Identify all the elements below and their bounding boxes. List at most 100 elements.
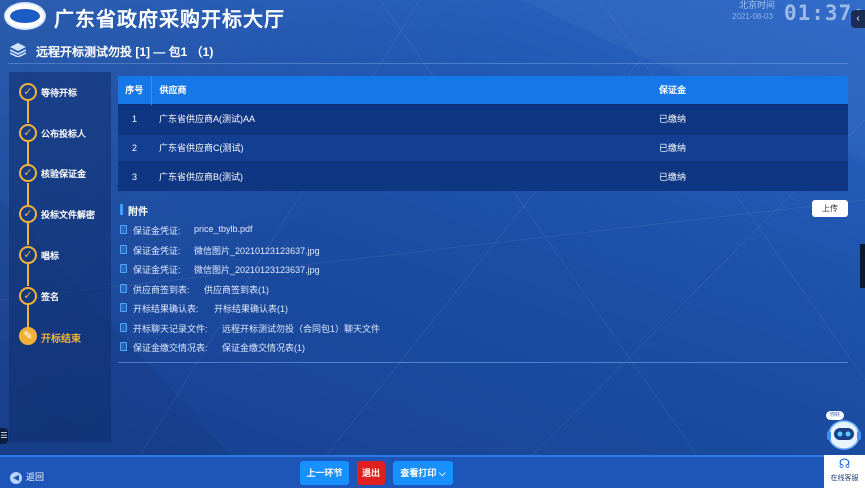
service-label: 在线客服 [830, 475, 859, 482]
robot-assistant-icon[interactable] [826, 413, 862, 453]
collapse-button[interactable]: ‹ [851, 10, 865, 28]
col-deposit: 保证金 [659, 85, 687, 96]
step-label: 核验保证金 [41, 169, 87, 179]
file-icon [120, 264, 127, 273]
attachment-label: 开标结果确认表: [133, 304, 199, 314]
table-row: 2 广东省供应商C(测试) 已缴纳 [118, 133, 848, 162]
menu-toggle-icon[interactable]: ☰ [0, 428, 8, 444]
step-connector [27, 101, 29, 123]
list-item: 供应商签到表: 供应商签到表(1) [118, 281, 848, 301]
cell-no: 1 [131, 113, 137, 124]
cell-supplier: 广东省供应商B(测试) [159, 172, 243, 183]
cell-deposit: 已缴纳 [659, 143, 687, 153]
cell-no: 3 [131, 171, 137, 182]
step-finished: ✎ 开标结束 [19, 327, 111, 347]
step-connector [27, 264, 29, 286]
attachment-link[interactable]: price_tbylb.pdf [194, 224, 253, 234]
attachment-label: 保证金凭证: [133, 265, 181, 275]
step-label: 公布投标人 [41, 129, 87, 139]
list-item: 保证金缴交情况表: 保证金缴交情况表(1) [118, 339, 848, 359]
upload-button[interactable]: 上传 [812, 200, 848, 217]
step-connector [27, 142, 29, 164]
step-label: 签名 [41, 292, 60, 302]
attachment-label: 供应商签到表: [133, 284, 190, 295]
step-connector [27, 305, 29, 327]
online-service-button[interactable]: ☊ 在线客服 [824, 455, 865, 488]
attachment-link[interactable]: 微信图片_20210123123637.jpg [194, 244, 320, 257]
check-icon: ✓ [19, 287, 37, 305]
step-connector [27, 183, 29, 205]
table-row: 1 广东省供应商A(测试)AA 已缴纳 [118, 104, 848, 133]
step-label: 开标结束 [41, 334, 81, 345]
attachments-heading: 附件 [128, 207, 148, 218]
back-label: 返回 [26, 472, 45, 482]
cell-no: 2 [131, 142, 137, 153]
cell-supplier: 广东省供应商A(测试)AA [159, 114, 256, 124]
col-supplier: 供应商 [159, 85, 187, 96]
check-icon: ✓ [19, 164, 37, 182]
project-bar: 远程开标测试勿投 [1] — 包1 （1) [8, 40, 848, 64]
header: 广东省政府采购开标大厅 北京时间 2021-08-03 01:37:52 ‹ [0, 0, 865, 32]
step-waiting: ✓ 等待开标 [19, 83, 111, 103]
file-icon [120, 244, 127, 254]
file-icon [120, 225, 127, 234]
exit-button[interactable]: 退出 [357, 461, 385, 485]
site-title: 广东省政府采购开标大厅 [54, 9, 285, 31]
attachment-link[interactable]: 供应商签到表(1) [204, 283, 269, 296]
previous-step-button[interactable]: 上一环节 [300, 461, 349, 485]
view-print-button[interactable]: 查看打印 ⌵ [393, 461, 453, 485]
attachments-list: 保证金凭证: price_tbylb.pdf 保证金凭证: 微信图片_20210… [118, 222, 848, 359]
step-label: 投标文件解密 [41, 210, 96, 220]
cell-supplier: 广东省供应商C(测试) [159, 143, 244, 153]
attachment-label: 开标聊天记录文件: [133, 323, 208, 334]
check-icon: ✓ [19, 83, 37, 101]
attachment-label: 保证金凭证: [133, 245, 181, 256]
layers-icon [10, 43, 26, 57]
list-item: 保证金凭证: 微信图片_20210123123637.jpg [118, 261, 848, 281]
step-decrypt: ✓ 投标文件解密 [19, 205, 111, 225]
attachment-label: 保证金凭证: [133, 226, 181, 236]
bottom-bar: ◀ 返回 上一环节 退出 查看打印 ⌵ [0, 455, 824, 488]
attachment-link[interactable]: 微信图片_20210123123637.jpg [194, 263, 320, 276]
attachment-link[interactable]: 开标结果确认表(1) [214, 302, 288, 315]
table-row: 3 广东省供应商B(测试) 已缴纳 [118, 162, 848, 191]
step-announce: ✓ 唱标 [19, 246, 111, 266]
file-icon [120, 283, 127, 293]
attachment-link[interactable]: 远程开标测试勿投（合同包1）聊天文件 [222, 322, 380, 335]
supplier-table: 序号 供应商 保证金 1 广东省供应商A(测试)AA 已缴纳 2 广东省供应商C… [118, 76, 848, 191]
clock-date: 2021-08-03 [732, 12, 773, 21]
logo [4, 2, 46, 30]
clock-label: 北京时间 [739, 0, 776, 10]
back-button[interactable]: ◀ 返回 [10, 470, 44, 484]
headset-icon: ☊ [838, 456, 851, 471]
pencil-icon: ✎ [19, 327, 37, 345]
file-icon [120, 342, 127, 351]
list-item: 保证金凭证: price_tbylb.pdf [118, 222, 848, 242]
attachments-marker [120, 204, 123, 215]
project-title: 远程开标测试勿投 [1] — 包1 （1) [36, 45, 214, 59]
side-handle[interactable] [860, 244, 865, 288]
list-item: 开标聊天记录文件: 远程开标测试勿投（合同包1）聊天文件 [118, 320, 848, 340]
file-icon [120, 322, 127, 332]
cell-deposit: 已缴纳 [659, 114, 687, 124]
attachment-label: 保证金缴交情况表: [133, 343, 208, 353]
step-verify-deposit: ✓ 核验保证金 [19, 164, 111, 184]
check-icon: ✓ [19, 246, 37, 264]
attachment-link[interactable]: 保证金缴交情况表(1) [222, 341, 305, 354]
list-item: 开标结果确认表: 开标结果确认表(1) [118, 300, 848, 320]
check-icon: ✓ [19, 124, 37, 142]
col-no: 序号 [118, 76, 152, 104]
check-icon: ✓ [19, 205, 37, 223]
step-sign: ✓ 签名 [19, 287, 111, 307]
list-item: 保证金凭证: 微信图片_20210123123637.jpg [118, 242, 848, 262]
table-header-row: 序号 供应商 保证金 [118, 76, 848, 104]
file-icon [120, 303, 127, 312]
step-connector [27, 223, 29, 245]
steps-panel: ✓ 等待开标 ✓ 公布投标人 ✓ 核验保证金 ✓ 投标文件解密 ✓ 唱标 ✓ 签… [9, 72, 111, 442]
divider [118, 362, 848, 363]
step-label: 唱标 [41, 251, 60, 261]
step-publish-bidders: ✓ 公布投标人 [19, 124, 111, 144]
back-icon: ◀ [10, 471, 22, 484]
step-label: 等待开标 [41, 88, 78, 98]
cell-deposit: 已缴纳 [659, 172, 687, 183]
